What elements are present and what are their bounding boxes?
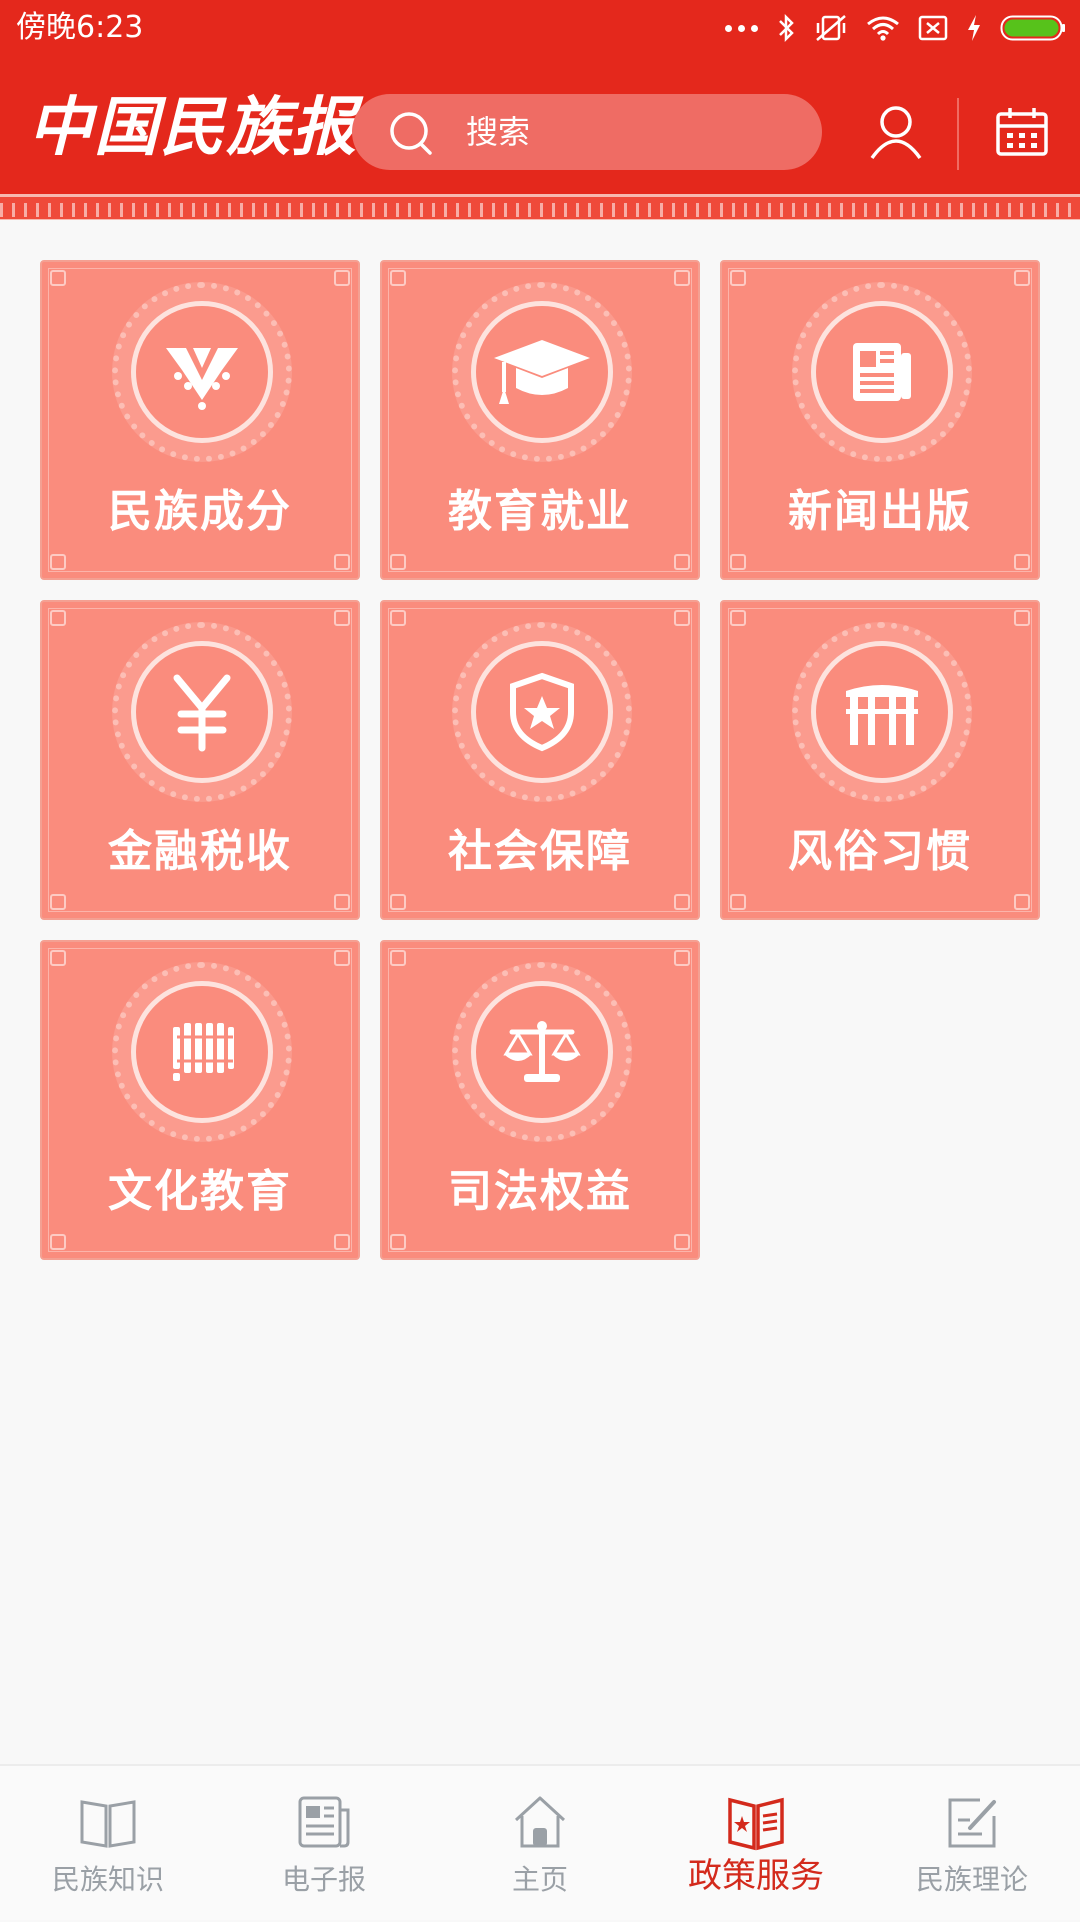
brand-logo[interactable]: 中国民族报 xyxy=(28,88,358,168)
user-icon[interactable] xyxy=(866,102,926,162)
bluetooth-icon xyxy=(776,13,796,43)
policy-book-icon xyxy=(728,1797,784,1851)
tile-medal xyxy=(112,962,292,1142)
tile-finance-tax[interactable]: 金融税收 xyxy=(40,600,360,920)
tile-ethnic-composition[interactable]: 民族成分 xyxy=(40,260,360,580)
header-divider xyxy=(957,98,959,170)
tile-medal xyxy=(112,282,292,462)
nav-epaper[interactable]: 电子报 xyxy=(216,1766,432,1922)
calendar-icon[interactable] xyxy=(994,104,1050,160)
open-book-icon xyxy=(80,1800,136,1848)
more-dots-icon xyxy=(725,24,758,32)
tile-label: 教育就业 xyxy=(448,486,632,537)
tile-label: 民族成分 xyxy=(108,486,292,537)
nav-policy-service[interactable]: 政策服务 xyxy=(648,1766,864,1922)
nav-ethnic-knowledge[interactable]: 民族知识 xyxy=(0,1766,216,1922)
tile-medal xyxy=(452,622,632,802)
epaper-icon xyxy=(298,1796,350,1848)
ethnic-costume-icon xyxy=(166,348,238,410)
nav-label: 民族理论 xyxy=(915,1863,1028,1896)
archway-icon xyxy=(846,685,918,745)
newspaper-icon xyxy=(853,343,911,401)
decorative-fret-border xyxy=(0,194,1080,220)
vibrate-off-icon xyxy=(814,13,848,43)
sim-icon xyxy=(918,14,948,42)
tile-medal xyxy=(112,622,292,802)
tile-education-employment[interactable]: 教育就业 xyxy=(380,260,700,580)
tile-medal xyxy=(792,282,972,462)
tile-label: 社会保障 xyxy=(448,826,632,877)
tile-label: 文化教育 xyxy=(108,1166,292,1217)
tile-news-publishing[interactable]: 新闻出版 xyxy=(720,260,1040,580)
nav-label: 主页 xyxy=(511,1863,568,1896)
search-input[interactable]: 搜索 xyxy=(352,94,822,170)
tile-label: 新闻出版 xyxy=(788,486,972,537)
battery-icon xyxy=(1000,14,1066,42)
yen-icon xyxy=(173,674,231,752)
tile-medal xyxy=(452,282,632,462)
scales-icon xyxy=(503,1021,581,1082)
tile-judicial-rights[interactable]: 司法权益 xyxy=(380,940,700,1260)
tile-medal xyxy=(792,622,972,802)
bamboo-scroll-icon xyxy=(173,1023,234,1081)
tile-customs-habits[interactable]: 风俗习惯 xyxy=(720,600,1040,920)
status-bar: 傍晚6:23 xyxy=(0,0,1080,58)
home-icon xyxy=(514,1796,566,1848)
tile-medal xyxy=(452,962,632,1142)
status-time: 傍晚6:23 xyxy=(16,10,144,45)
app-bar: 中国民族报 搜索 xyxy=(0,58,1080,198)
nav-ethnic-theory[interactable]: 民族理论 xyxy=(864,1766,1080,1922)
tile-culture-education[interactable]: 文化教育 xyxy=(40,940,360,1260)
header: 傍晚6:23 中国民族报 搜索 xyxy=(0,0,1080,220)
tile-label: 金融税收 xyxy=(108,826,292,877)
tile-label: 风俗习惯 xyxy=(788,826,972,877)
graduation-cap-icon xyxy=(494,340,590,404)
nav-label: 电子报 xyxy=(281,1863,366,1896)
nav-label: 政策服务 xyxy=(688,1856,824,1896)
charging-icon xyxy=(966,13,982,43)
wifi-icon xyxy=(866,14,900,42)
bottom-nav: 民族知识 电子报 主页 政策服务 民族理论 xyxy=(0,1764,1080,1920)
search-placeholder: 搜索 xyxy=(466,113,531,151)
search-icon xyxy=(388,110,436,162)
nav-home[interactable]: 主页 xyxy=(432,1766,648,1922)
tile-social-security[interactable]: 社会保障 xyxy=(380,600,700,920)
edit-note-icon xyxy=(948,1798,996,1848)
nav-label: 民族知识 xyxy=(51,1863,164,1896)
status-icons xyxy=(725,10,1066,46)
shield-star-icon xyxy=(510,672,574,752)
tile-label: 司法权益 xyxy=(448,1166,632,1217)
